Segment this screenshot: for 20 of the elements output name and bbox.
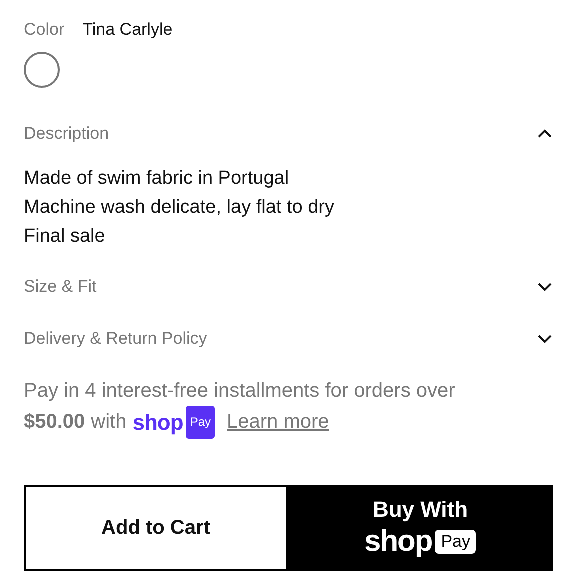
color-swatch[interactable]: [24, 52, 60, 88]
accordion-title[interactable]: Delivery & Return Policy: [24, 329, 208, 349]
buy-with-shop-pay-button[interactable]: Buy With shop Pay: [288, 485, 553, 571]
pay-badge: Pay: [435, 530, 476, 554]
description-line: Made of swim fabric in Portugal: [24, 167, 290, 191]
add-to-cart-button[interactable]: Add to Cart: [24, 485, 288, 571]
accordion-title[interactable]: Description: [24, 124, 110, 144]
pay-badge: Pay: [186, 406, 215, 439]
installments-text: Pay in 4 interest-free installments for orders over: [24, 379, 456, 404]
with-text: with: [91, 410, 127, 435]
shop-logo-word: shop: [364, 525, 432, 559]
installment-amount: $50.00: [24, 410, 86, 435]
description-line: Machine wash delicate, lay flat to dry: [24, 196, 336, 220]
description-line: Final sale: [24, 225, 106, 249]
shop-logo-word: shop: [132, 409, 184, 437]
color-value: Tina Carlyle: [82, 20, 173, 40]
accordion-title[interactable]: Size & Fit: [24, 277, 97, 297]
color-label: Color: [24, 20, 65, 40]
buy-with-text: Buy With: [372, 497, 468, 523]
learn-more-link[interactable]: Learn more: [227, 408, 330, 437]
